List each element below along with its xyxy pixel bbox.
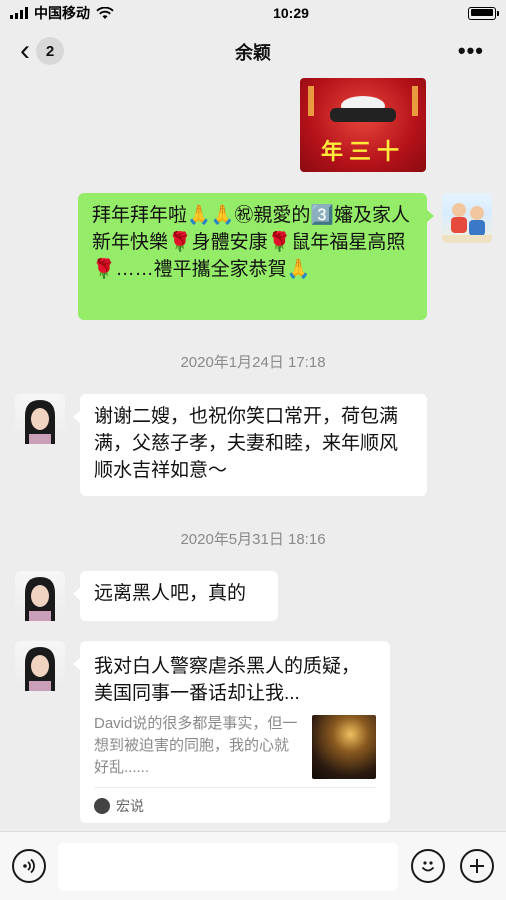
unread-badge: 2 (36, 37, 64, 65)
emoji-icon (421, 861, 435, 872)
source-avatar-icon (94, 798, 110, 814)
link-card[interactable]: 我对白人警察虐杀黑人的质疑，美国同事一番话却让我... David说的很多都是事… (73, 641, 390, 823)
chat-area[interactable]: 年三十 拜年拜年啦🙏🙏㊗親愛的3️⃣嬸及家人新年快樂🌹身體安康🌹鼠年福星高照🌹…… (0, 78, 506, 831)
contact-avatar[interactable] (15, 571, 65, 621)
woman-photo-icon (25, 577, 55, 621)
card-source-name: 宏说 (116, 798, 144, 814)
woman-photo-icon (25, 400, 55, 444)
woman-photo-icon (25, 647, 55, 691)
card-divider (94, 787, 376, 788)
card-source: 宏说 (94, 796, 144, 816)
reply-text: 远离黑人吧，真的 (94, 583, 247, 604)
chevron-left-icon: ‹ (20, 34, 30, 67)
reply-bubble[interactable]: 谢谢二嫂，也祝你笑口常开，荷包满满，父慈子孝，夫妻和睦，来年顺风顺水吉祥如意～ (73, 394, 427, 496)
card-body: David说的很多都是事实，但一想到被迫害的同胞，我的心就好乱...... (94, 713, 376, 779)
reply-bubble[interactable]: 远离黑人吧，真的 (73, 571, 278, 621)
voice-icon (23, 858, 35, 874)
card-thumbnail (312, 715, 376, 779)
input-bar (0, 831, 506, 900)
greeting-text: 拜年拜年啦🙏🙏㊗親愛的3️⃣嬸及家人新年快樂🌹身體安康🌹鼠年福星高照🌹……禮平攜… (92, 205, 410, 280)
carrier-label: 中国移动 (34, 5, 90, 21)
status-bar: 中国移动 10:29 (0, 0, 506, 26)
timestamp: 2020年1月24日 17:18 (180, 354, 326, 371)
status-left: 中国移动 (10, 3, 114, 23)
emoji-button[interactable] (411, 849, 445, 883)
status-time: 10:29 (273, 5, 309, 21)
back-button[interactable]: ‹ 2 (20, 36, 64, 66)
plus-icon (470, 859, 484, 873)
message-input[interactable] (58, 843, 398, 891)
nav-bar: ‹ 2 余颖 ••• (0, 26, 506, 78)
wifi-icon (96, 6, 114, 19)
more-icon[interactable]: ••• (458, 38, 484, 64)
reply-text: 谢谢二嫂，也祝你笑口常开，荷包满满，父慈子孝，夫妻和睦，来年顺风顺水吉祥如意～ (94, 406, 399, 481)
contact-avatar[interactable] (15, 394, 65, 444)
signal-icon (10, 7, 28, 19)
plus-button[interactable] (460, 849, 494, 883)
card-description: David说的很多都是事实，但一想到被迫害的同胞，我的心就好乱...... (94, 715, 298, 776)
battery-icon (468, 6, 499, 20)
child-photo-icon (442, 203, 492, 243)
chat-title: 余颖 (235, 43, 271, 63)
card-title: 我对白人警察虐杀黑人的质疑，美国同事一番话却让我... (94, 656, 361, 704)
poster-image[interactable]: 年三十 (300, 78, 426, 172)
timestamp: 2020年5月31日 18:16 (180, 531, 326, 548)
voice-button[interactable] (12, 849, 46, 883)
poster-caption: 年三十 (320, 139, 405, 165)
contact-avatar[interactable] (15, 641, 65, 691)
self-avatar[interactable] (442, 193, 492, 243)
greeting-bubble[interactable]: 拜年拜年啦🙏🙏㊗親愛的3️⃣嬸及家人新年快樂🌹身體安康🌹鼠年福星高照🌹……禮平攜… (78, 193, 434, 320)
